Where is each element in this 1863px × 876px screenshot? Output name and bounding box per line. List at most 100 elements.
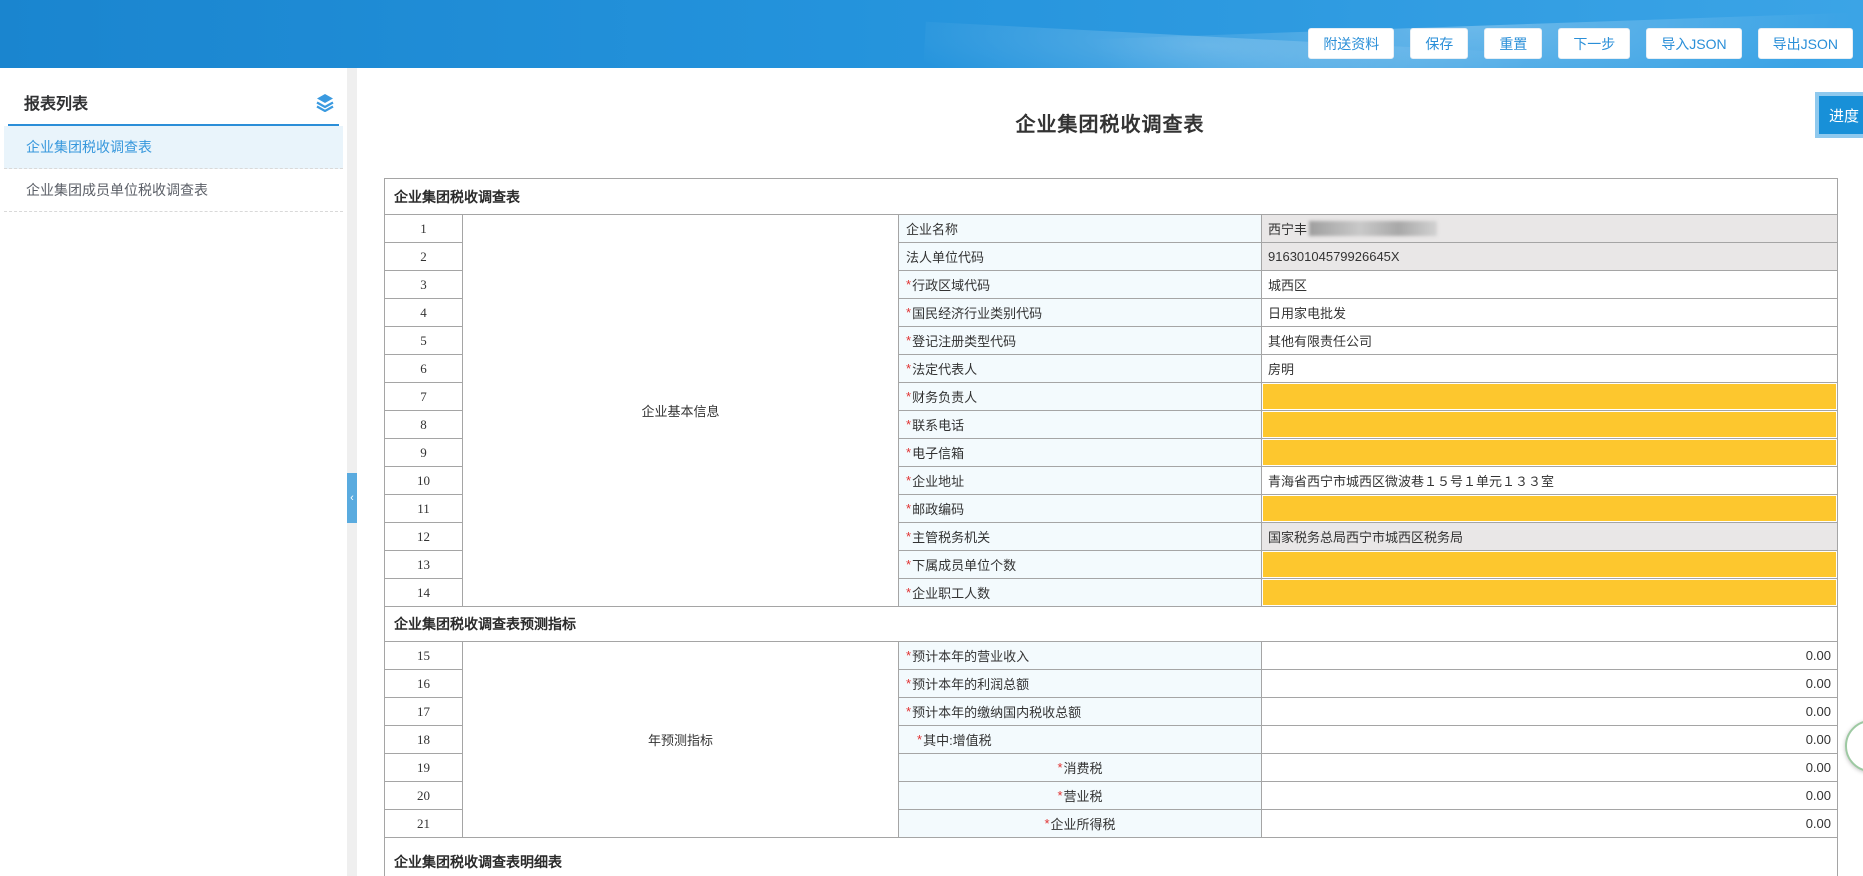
row-label-cell: * 预计本年的营业收入 bbox=[899, 642, 1261, 669]
next-step-button[interactable]: 下一步 bbox=[1558, 28, 1631, 59]
row-value-cell bbox=[1262, 411, 1837, 438]
row-value-field[interactable] bbox=[1263, 384, 1836, 409]
required-asterisk: * bbox=[906, 557, 912, 572]
required-asterisk: * bbox=[906, 529, 912, 544]
row-value-field[interactable]: 城西区 bbox=[1262, 271, 1837, 298]
row-value-field[interactable] bbox=[1263, 412, 1836, 437]
row-value-field[interactable]: 0.00 bbox=[1262, 670, 1837, 697]
row-number-cell: 16 bbox=[385, 670, 462, 697]
row-value-field[interactable] bbox=[1263, 496, 1836, 521]
required-asterisk: * bbox=[906, 361, 912, 376]
required-asterisk: * bbox=[906, 445, 912, 460]
row-number-cell: 20 bbox=[385, 782, 462, 809]
main-content: 企业集团税收调查表 进度 企业集团税收调查表 企业基本信息 1 企业名称 西宁丰 2 法人单… bbox=[357, 68, 1863, 876]
row-value-field[interactable] bbox=[1263, 552, 1836, 577]
sidebar-collapse-tab[interactable]: ‹ bbox=[347, 473, 357, 523]
row-label-cell: * 下属成员单位个数 bbox=[899, 551, 1261, 578]
row-number-cell: 11 bbox=[385, 495, 462, 522]
row-value-field[interactable]: 0.00 bbox=[1262, 642, 1837, 669]
row-label-cell: * 邮政编码 bbox=[899, 495, 1261, 522]
export-json-button[interactable]: 导出JSON bbox=[1757, 28, 1853, 59]
row-number-cell: 1 bbox=[385, 215, 462, 242]
sidebar-title: 报表列表 bbox=[24, 96, 89, 113]
row-number-cell: 17 bbox=[385, 698, 462, 725]
row-label-cell: * 财务负责人 bbox=[899, 383, 1261, 410]
row-value-field[interactable]: 日用家电批发 bbox=[1262, 299, 1837, 326]
required-asterisk: * bbox=[906, 501, 912, 516]
attachments-button[interactable]: 附送资料 bbox=[1308, 28, 1395, 59]
row-value-field: 91630104579926645X bbox=[1262, 243, 1837, 270]
row-value-cell: 0.00 bbox=[1262, 782, 1837, 809]
row-value-field[interactable] bbox=[1263, 580, 1836, 605]
required-asterisk: * bbox=[1044, 816, 1050, 831]
row-value-cell: 0.00 bbox=[1262, 670, 1837, 697]
sidebar-item-2[interactable]: 企业集团成员单位税收调查表 bbox=[4, 169, 343, 212]
required-asterisk: * bbox=[906, 417, 912, 432]
row-value-field[interactable]: 房明 bbox=[1262, 355, 1837, 382]
redacted-text-block bbox=[1309, 221, 1438, 236]
row-value-cell: 西宁丰 bbox=[1262, 215, 1837, 242]
row-number-cell: 2 bbox=[385, 243, 462, 270]
row-value-cell bbox=[1262, 551, 1837, 578]
row-value-field[interactable]: 0.00 bbox=[1262, 754, 1837, 781]
row-value-field[interactable] bbox=[1263, 440, 1836, 465]
row-value-cell: 其他有限责任公司 bbox=[1262, 327, 1837, 354]
row-number-cell: 6 bbox=[385, 355, 462, 382]
row-number-cell: 12 bbox=[385, 523, 462, 550]
chevron-left-icon: ‹ bbox=[350, 492, 354, 504]
row-number-cell: 14 bbox=[385, 579, 462, 606]
reset-button[interactable]: 重置 bbox=[1484, 28, 1543, 59]
row-number-cell: 10 bbox=[385, 467, 462, 494]
row-label-cell: * 其中:增值税 bbox=[899, 726, 1261, 753]
row-label-cell: * 企业地址 bbox=[899, 467, 1261, 494]
row-value-cell: 0.00 bbox=[1262, 642, 1837, 669]
sidebar-item-1[interactable]: 企业集团税收调查表 bbox=[4, 126, 343, 169]
row-value-cell: 日用家电批发 bbox=[1262, 299, 1837, 326]
row-number-cell: 8 bbox=[385, 411, 462, 438]
row-value-cell bbox=[1262, 383, 1837, 410]
row-label-cell: * 国民经济行业类别代码 bbox=[899, 299, 1261, 326]
row-value-cell: 房明 bbox=[1262, 355, 1837, 382]
row-value-field[interactable]: 0.00 bbox=[1262, 726, 1837, 753]
row-label-cell: * 电子信箱 bbox=[899, 439, 1261, 466]
row-value-field[interactable]: 0.00 bbox=[1262, 782, 1837, 809]
row-value-cell: 0.00 bbox=[1262, 810, 1837, 837]
sidebar-items: 企业集团税收调查表 企业集团成员单位税收调查表 bbox=[0, 126, 347, 212]
group-cell: 企业基本信息 bbox=[463, 215, 898, 606]
section-grid-2: 年预测指标 15 * 预计本年的营业收入 0.00 16 * 预计本年的利润总额 0.00 17 *… bbox=[385, 642, 1837, 837]
row-value-field: 西宁丰 bbox=[1262, 215, 1837, 242]
row-label-cell: * 企业职工人数 bbox=[899, 579, 1261, 606]
row-value-cell: 0.00 bbox=[1262, 698, 1837, 725]
page-title: 企业集团税收调查表 bbox=[1015, 114, 1205, 136]
row-label-cell: * 行政区域代码 bbox=[899, 271, 1261, 298]
row-number-cell: 13 bbox=[385, 551, 462, 578]
required-asterisk: * bbox=[906, 473, 912, 488]
row-label-cell: * 登记注册类型代码 bbox=[899, 327, 1261, 354]
required-asterisk: * bbox=[906, 676, 912, 691]
row-value-field[interactable]: 0.00 bbox=[1262, 810, 1837, 837]
row-number-cell: 19 bbox=[385, 754, 462, 781]
row-number-cell: 4 bbox=[385, 299, 462, 326]
row-value-field[interactable]: 0.00 bbox=[1262, 698, 1837, 725]
row-value-cell: 91630104579926645X bbox=[1262, 243, 1837, 270]
row-label-cell: * 预计本年的利润总额 bbox=[899, 670, 1261, 697]
row-value-cell bbox=[1262, 495, 1837, 522]
import-json-button[interactable]: 导入JSON bbox=[1646, 28, 1742, 59]
row-value-field[interactable]: 青海省西宁市城西区微波巷１５号１单元１３３室 bbox=[1262, 467, 1837, 494]
row-value-cell: 城西区 bbox=[1262, 271, 1837, 298]
required-asterisk: * bbox=[906, 305, 912, 320]
layers-icon[interactable] bbox=[315, 92, 335, 113]
save-button[interactable]: 保存 bbox=[1410, 28, 1469, 59]
progress-button[interactable]: 进度 bbox=[1815, 92, 1863, 138]
top-toolbar: 附送资料 保存 重置 下一步 导入JSON 导出JSON bbox=[0, 0, 1863, 68]
row-value-cell: 国家税务总局西宁市城西区税务局 bbox=[1262, 523, 1837, 550]
row-number-cell: 5 bbox=[385, 327, 462, 354]
section-header-3: 企业集团税收调查表明细表 bbox=[385, 837, 1837, 876]
row-value-cell bbox=[1262, 579, 1837, 606]
row-label-cell: 法人单位代码 bbox=[899, 243, 1261, 270]
row-value-field[interactable]: 其他有限责任公司 bbox=[1262, 327, 1837, 354]
row-number-cell: 18 bbox=[385, 726, 462, 753]
required-asterisk: * bbox=[906, 389, 912, 404]
toolbar-button-group: 附送资料 保存 重置 下一步 导入JSON 导出JSON bbox=[1308, 28, 1853, 59]
group-cell: 年预测指标 bbox=[463, 642, 898, 837]
